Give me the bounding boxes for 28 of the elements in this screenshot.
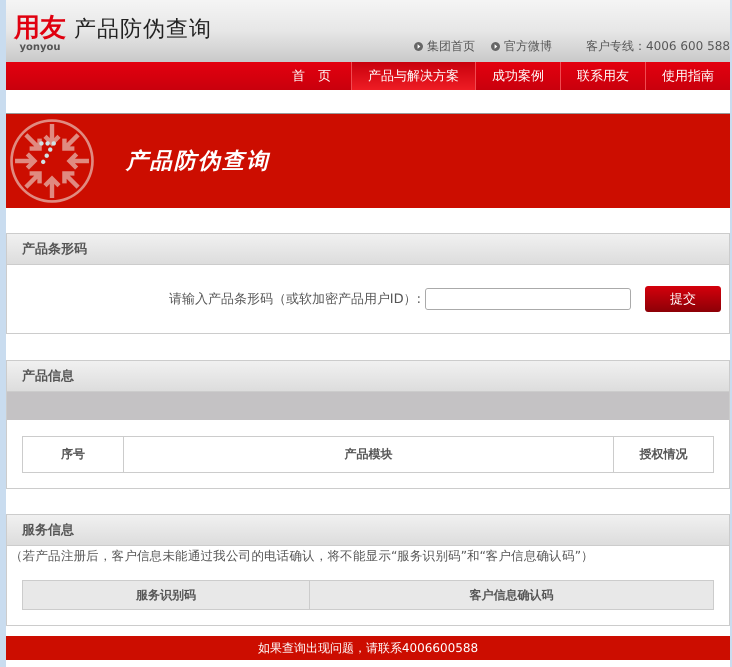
header-link[interactable]: 官方微博 (491, 38, 552, 55)
submit-button[interactable]: 提交 (645, 286, 721, 312)
banner-title: 产品防伪查询 (126, 148, 270, 176)
hotline-text: 客户专线：4006 600 588 (586, 38, 730, 55)
barcode-input[interactable] (425, 288, 631, 310)
section-heading: 服务信息 (7, 515, 729, 546)
table-header-cell-text: 序号 (60, 446, 86, 463)
table-header-cell: 产品模块 (123, 437, 613, 472)
nav-tab[interactable]: 成功案例 (475, 62, 560, 90)
header-link[interactable]: 集团首页 (414, 38, 476, 55)
nav-tab[interactable]: 首 页 (272, 62, 351, 90)
logo-subtext: yonyou (19, 42, 60, 53)
table-header-cell: 授权情况 (613, 437, 713, 472)
nav-tab[interactable]: 联系用友 (560, 62, 645, 90)
site-title: 产品防伪查询 (74, 16, 212, 44)
section-heading: 产品条形码 (7, 234, 729, 265)
arrows-globe-icon (8, 117, 96, 205)
play-icon (414, 42, 424, 51)
table-header-cell-text: 服务识别码 (134, 586, 197, 604)
note-text: （若产品注册后，客户信息未能通过我公司的电话确认，将不能显示“服务识别码”和“客户信息确认码”） (9, 547, 595, 565)
play-icon (491, 42, 500, 51)
footer-bar: 如果查询出现问题，请联系4006600588 (6, 636, 730, 660)
table-header-cell: 客户信息确认码 (309, 581, 713, 609)
section-heading: 产品信息 (7, 361, 729, 392)
nav-tab[interactable]: 产品与解决方案 (351, 62, 475, 90)
nav-tab[interactable]: 使用指南 (645, 62, 730, 90)
field-label: 请输入产品条形码（或软加密产品用户ID）: (168, 291, 421, 308)
logo-text: 用友 (14, 14, 66, 42)
